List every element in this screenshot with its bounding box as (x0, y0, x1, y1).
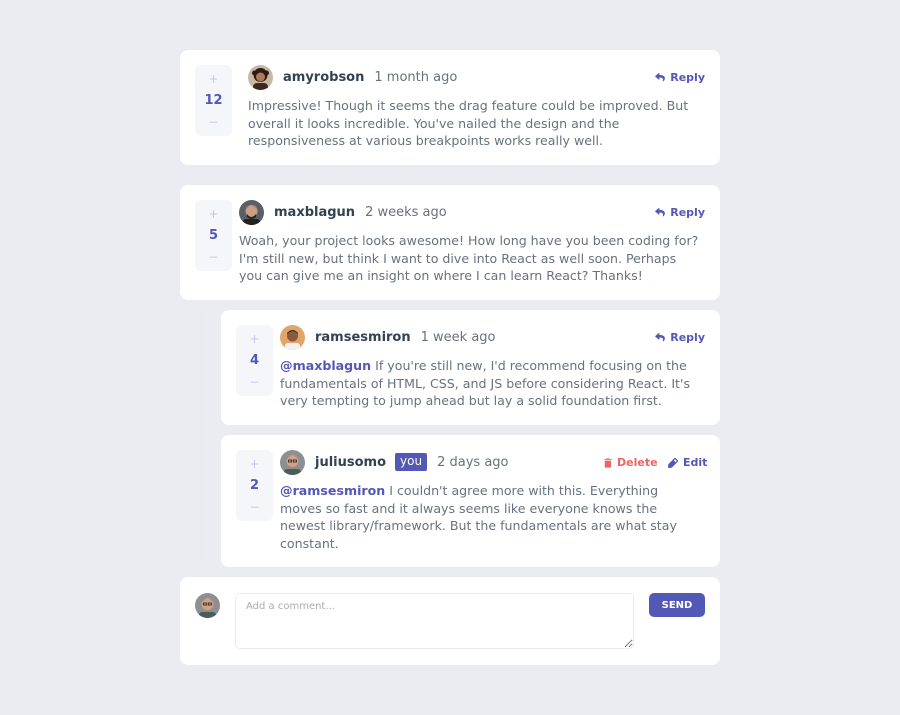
username[interactable]: ramsesmiron (315, 330, 411, 345)
mention-link[interactable]: @maxblagun (280, 358, 371, 373)
comment-body: Impressive! Though it seems the drag fea… (248, 98, 689, 148)
reply-icon (655, 208, 666, 217)
comment-body: Woah, your project looks awesome! How lo… (239, 233, 699, 283)
upvote-button[interactable]: + (236, 456, 273, 472)
vote-count: 5 (208, 227, 219, 243)
comment-header: maxblagun 2 weeks ago (239, 199, 447, 225)
edit-button[interactable]: Edit (668, 456, 707, 469)
timestamp: 1 week ago (420, 329, 496, 345)
username[interactable]: amyrobson (283, 70, 364, 85)
downvote-button[interactable]: − (195, 249, 232, 265)
timestamp: 1 month ago (374, 69, 458, 85)
username[interactable]: maxblagun (274, 205, 355, 220)
username[interactable]: juliusomo (315, 455, 386, 470)
send-button[interactable]: SEND (649, 593, 705, 617)
vote-widget: + 5 − (195, 200, 232, 271)
comment-body: @ramsesmiron I couldn't agree more with … (280, 482, 700, 552)
reply-button[interactable]: Reply (655, 331, 705, 344)
comment-header: ramsesmiron 1 week ago (280, 324, 496, 350)
avatar (195, 593, 220, 618)
edit-label: Edit (683, 456, 708, 469)
upvote-button[interactable]: + (195, 206, 232, 222)
delete-button[interactable]: Delete (604, 456, 658, 469)
you-badge: you (395, 453, 428, 471)
comment-input[interactable] (235, 593, 634, 649)
upvote-button[interactable]: + (195, 71, 232, 87)
mention-link[interactable]: @ramsesmiron (280, 483, 385, 498)
comment-header: amyrobson 1 month ago (248, 64, 457, 90)
reply-icon (655, 333, 666, 342)
vote-count: 12 (204, 92, 223, 108)
reply-label: Reply (670, 206, 705, 219)
timestamp: 2 days ago (437, 454, 509, 470)
reply-button[interactable]: Reply (655, 206, 705, 219)
avatar[interactable] (239, 199, 264, 225)
avatar[interactable] (280, 449, 305, 475)
delete-label: Delete (617, 456, 658, 469)
timestamp: 2 weeks ago (365, 204, 447, 220)
comment-composer: SEND (180, 577, 720, 665)
vote-widget: + 12 − (195, 65, 232, 136)
vote-widget: + 4 − (236, 325, 273, 396)
thread-line (200, 310, 202, 566)
comment-body: @maxblagun If you're still new, I'd reco… (280, 357, 705, 410)
reply-icon (655, 73, 666, 82)
downvote-button[interactable]: − (236, 374, 273, 390)
reply-card: + 4 − ramsesmiron 1 week ago Reply @maxb… (221, 310, 720, 425)
avatar[interactable] (248, 64, 273, 90)
trash-icon (604, 457, 612, 468)
comment-card: + 12 − amyrobson 1 month ago Reply Impre… (180, 50, 720, 165)
vote-count: 2 (249, 477, 260, 493)
downvote-button[interactable]: − (195, 114, 232, 130)
vote-widget: + 2 − (236, 450, 273, 521)
comment-card: + 5 − maxblagun 2 weeks ago Reply Woah, … (180, 185, 720, 300)
comment-header: juliusomo you 2 days ago (280, 449, 509, 475)
upvote-button[interactable]: + (236, 331, 273, 347)
reply-label: Reply (670, 71, 705, 84)
pencil-icon (668, 457, 678, 468)
downvote-button[interactable]: − (236, 499, 273, 515)
avatar[interactable] (280, 324, 305, 350)
reply-card: + 2 − juliusomo you 2 days ago Delete Ed… (221, 435, 720, 567)
vote-count: 4 (249, 352, 260, 368)
reply-button[interactable]: Reply (655, 71, 705, 84)
reply-label: Reply (670, 331, 705, 344)
